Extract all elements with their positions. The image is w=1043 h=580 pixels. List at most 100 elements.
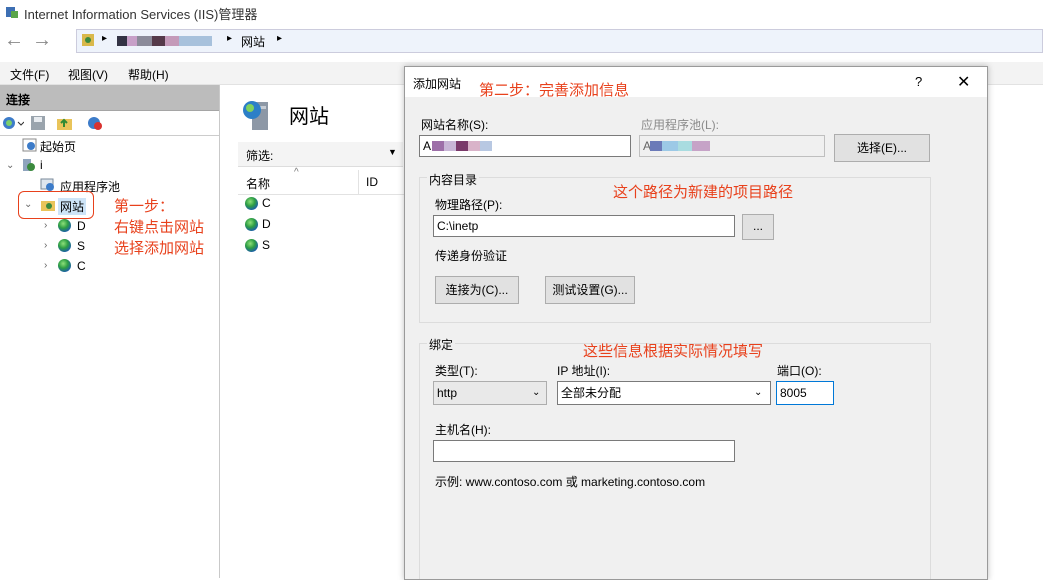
help-button[interactable]: ?	[915, 74, 922, 89]
forward-arrow-icon: →	[32, 29, 52, 51]
up-folder-icon[interactable]	[56, 115, 74, 131]
address-bar[interactable]: ▸ ▸ 网站 ▸	[76, 29, 1043, 53]
tree-item-site[interactable]: C	[77, 259, 86, 273]
page-title: 网站	[289, 106, 329, 128]
connections-title: 连接	[6, 93, 31, 107]
column-divider	[358, 170, 359, 194]
website-globe-icon	[58, 219, 71, 232]
ip-address-value: 全部未分配	[561, 386, 622, 400]
physical-path-value: C:\inetp	[437, 219, 479, 233]
connections-toolbar	[0, 111, 219, 136]
hostname-label: 主机名(H):	[435, 423, 491, 437]
filter-input[interactable]	[278, 145, 398, 163]
binding-title: 绑定	[427, 336, 456, 353]
redacted-text	[650, 141, 710, 151]
server-node-icon	[20, 158, 36, 172]
iis-app-icon	[5, 5, 19, 19]
chevron-down-icon: ⌄	[754, 387, 763, 398]
sites-list-header: 名称 ^ ID	[238, 167, 406, 195]
website-globe-icon	[245, 218, 258, 231]
disconnect-icon[interactable]	[86, 115, 104, 131]
tree-item-site[interactable]: S	[77, 239, 85, 253]
chevron-down-icon[interactable]: ⌄	[6, 160, 14, 171]
start-page-icon	[22, 138, 38, 152]
menu-help[interactable]: 帮助(H)	[128, 66, 169, 83]
port-label: 端口(O):	[777, 364, 822, 378]
tree-item-sites[interactable]: 网站	[58, 198, 87, 215]
type-label: 类型(T):	[435, 364, 478, 378]
tree-item-server[interactable]: i	[40, 158, 43, 172]
close-button[interactable]: ✕	[957, 72, 970, 92]
sites-header-icon	[240, 98, 274, 132]
chevron-right-icon[interactable]: ›	[44, 220, 47, 231]
browse-button[interactable]: ...	[742, 214, 774, 240]
physical-path-input[interactable]: C:\inetp	[433, 215, 735, 237]
add-website-dialog: 添加网站 ? ✕ 第二步：完善添加信息 网站名称(S): A 应用程序池(L):…	[404, 66, 988, 580]
pass-through-auth-label: 传递身份验证	[435, 249, 508, 263]
breadcrumb-separator[interactable]: ▸	[102, 33, 107, 44]
save-icon[interactable]	[30, 115, 46, 131]
column-name[interactable]: 名称	[246, 175, 270, 192]
hostname-input[interactable]	[433, 440, 735, 462]
site-row[interactable]: D	[262, 217, 271, 231]
annotation-step1-line1: 第一步：	[114, 198, 175, 215]
site-row[interactable]: S	[262, 238, 270, 252]
breadcrumb-sites[interactable]: 网站	[241, 33, 265, 50]
content-directory-title: 内容目录	[427, 171, 480, 188]
back-arrow-icon: ←	[4, 29, 24, 51]
site-row[interactable]: C	[262, 196, 271, 210]
redacted-text	[432, 141, 492, 151]
chevron-right-icon[interactable]: ›	[44, 260, 47, 271]
menu-view[interactable]: 视图(V)	[68, 66, 108, 83]
filter-label: 筛选:	[246, 149, 274, 163]
connections-header: 连接	[0, 85, 219, 111]
chevron-right-icon[interactable]: ›	[44, 240, 47, 251]
app-pools-icon	[40, 178, 56, 192]
breadcrumb-separator[interactable]: ▸	[277, 33, 282, 44]
test-settings-button[interactable]: 测试设置(G)...	[545, 276, 635, 304]
port-input[interactable]: 8005	[776, 381, 834, 405]
server-icon	[81, 33, 95, 47]
ip-address-label: IP 地址(I):	[557, 364, 611, 378]
filter-bar: 筛选: ▼	[238, 142, 403, 167]
physical-path-label: 物理路径(P):	[435, 198, 503, 212]
connections-pane: 连接 起始页 ⌄ i 应用程序池 ⌄ 网站 › D › S › C 第一步： 右…	[0, 85, 220, 578]
chevron-down-icon[interactable]: ⌄	[24, 199, 32, 210]
connect-as-button[interactable]: 连接为(C)...	[435, 276, 519, 304]
annotation-step1-line3: 选择添加网站	[114, 240, 205, 257]
menu-file[interactable]: 文件(F)	[10, 66, 49, 83]
app-pool-input: A	[639, 135, 825, 157]
sites-folder-icon	[40, 198, 56, 212]
filter-dropdown-icon[interactable]: ▼	[388, 147, 397, 157]
breadcrumb-separator[interactable]: ▸	[227, 33, 232, 44]
window-title: Internet Information Services (IIS)管理器	[24, 7, 258, 22]
type-value: http	[437, 386, 458, 400]
tree-item-site[interactable]: D	[77, 219, 86, 233]
site-name-input[interactable]: A	[419, 135, 631, 157]
website-globe-icon	[58, 239, 71, 252]
annotation-binding-note: 这些信息根据实际情况填写	[583, 343, 764, 360]
select-app-pool-button[interactable]: 选择(E)...	[834, 134, 930, 162]
breadcrumb-server-redacted[interactable]	[117, 36, 212, 46]
back-button[interactable]: ←	[2, 29, 26, 53]
website-globe-icon	[245, 239, 258, 252]
connect-icon[interactable]	[2, 115, 25, 131]
annotation-step2: 第二步：完善添加信息	[479, 82, 630, 99]
dialog-title-bar: 添加网站 ? ✕ 第二步：完善添加信息	[405, 67, 987, 99]
dialog-title: 添加网站	[413, 77, 462, 91]
chevron-down-icon: ⌄	[532, 387, 541, 398]
port-value: 8005	[780, 386, 807, 400]
annotation-path-note: 这个路径为新建的项目路径	[613, 184, 794, 201]
website-globe-icon	[58, 259, 71, 272]
title-bar: Internet Information Services (IIS)管理器	[0, 0, 1043, 24]
sort-up-icon: ^	[294, 167, 299, 178]
tree-item-start-page[interactable]: 起始页	[40, 138, 76, 155]
forward-button[interactable]: →	[30, 29, 54, 53]
website-globe-icon	[245, 197, 258, 210]
ip-address-select[interactable]: 全部未分配 ⌄	[557, 381, 771, 405]
hostname-example: 示例: www.contoso.com 或 marketing.contoso.…	[435, 475, 706, 489]
column-id[interactable]: ID	[366, 175, 378, 189]
app-pool-label: 应用程序池(L):	[641, 118, 720, 132]
type-select[interactable]: http ⌄	[433, 381, 547, 405]
annotation-step1-line2: 右键点击网站	[114, 219, 205, 236]
